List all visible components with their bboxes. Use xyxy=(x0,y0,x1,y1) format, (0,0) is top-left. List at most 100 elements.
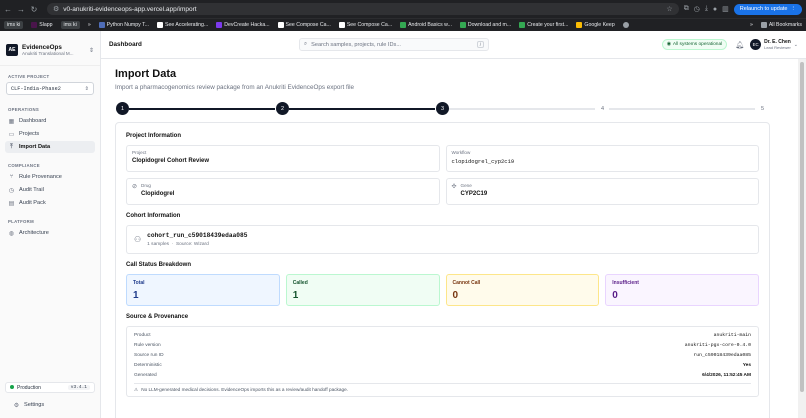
bookmark-item[interactable]: See Compose Ca... xyxy=(277,22,331,28)
brand-name: EvidenceOps xyxy=(22,44,62,51)
brand-subtitle: Anukriti Translational M... xyxy=(22,51,74,56)
project-info-heading: Project Information xyxy=(126,133,182,139)
bookmarks-overflow-icon[interactable]: » xyxy=(88,22,91,28)
reload-icon[interactable]: ↻ xyxy=(30,5,38,14)
cohort-info-heading: Cohort Information xyxy=(126,213,181,219)
chevron-updown-icon: ⇕ xyxy=(84,85,89,92)
provenance-row: Product anukriti-main xyxy=(134,332,751,338)
breadcrumb[interactable]: Dashboard xyxy=(109,41,299,48)
sidebar-item-projects[interactable]: ▭ Projects xyxy=(5,128,95,140)
dna-icon: ✣ xyxy=(451,184,457,190)
sidepanel-icon[interactable]: ▥ xyxy=(722,5,729,13)
environment-label: Production xyxy=(17,384,41,391)
active-project-heading: ACTIVE PROJECT xyxy=(8,74,50,79)
address-bar[interactable]: ⚙ v0-anukriti-evidenceops-app.vercel.app… xyxy=(47,3,679,15)
download-icon[interactable]: ⤓ xyxy=(705,5,708,13)
user-role: Lead Reviewer xyxy=(764,45,791,50)
main: Dashboard ⌕ Search samples, projects, ru… xyxy=(101,31,806,418)
stat-total: Total 1 xyxy=(126,274,280,306)
provenance-row: Generated 6/4/2026, 11:52:45 AM xyxy=(134,373,751,379)
version-badge: v3.4.1 xyxy=(67,385,90,390)
bookmark-item[interactable]: Create your first... xyxy=(519,22,568,28)
provenance-row: Rule version anukriti-pgx-core-0.4.0 xyxy=(134,342,751,348)
bookmark-item[interactable]: ims ki xyxy=(60,21,80,29)
chevron-updown-icon: ⇕ xyxy=(88,47,94,54)
drug-value: Clopidogrel xyxy=(141,191,175,197)
bookmark-item[interactable]: ims ki xyxy=(4,21,24,29)
status-dot xyxy=(10,384,14,389)
step-connector xyxy=(129,108,275,110)
back-icon[interactable]: ← xyxy=(4,5,12,14)
globe-icon: ◍ xyxy=(8,230,15,237)
import-summary-card: Project Information Project Clopidogrel … xyxy=(115,122,770,418)
document-icon: ▤ xyxy=(8,200,15,207)
step-4: 4 xyxy=(596,102,609,115)
step-5: 5 xyxy=(756,102,769,115)
alert-icon: ⚠ xyxy=(134,386,139,392)
system-status-badge: ◉ All systems operational xyxy=(661,39,728,50)
scrollbar-thumb[interactable] xyxy=(800,62,804,392)
provenance-row: Source run ID run_c59018439edaa085 xyxy=(134,352,751,358)
folder-icon: ▭ xyxy=(8,131,15,138)
import-stepper: 1 2 3 4 5 xyxy=(115,101,770,117)
bookmarks-bar: ims ki Slapp ims ki » Python Numpy T... … xyxy=(0,18,806,31)
call-status-heading: Call Status Breakdown xyxy=(126,262,192,268)
brand[interactable]: AE EvidenceOps Anukriti Translational M.… xyxy=(0,31,100,66)
bookmark-item[interactable]: Download and m... xyxy=(459,22,511,28)
user-menu[interactable]: EC Dr. E. Chen Lead Reviewer ⌄ xyxy=(750,39,798,50)
more-icon: ⋮ xyxy=(790,6,797,12)
project-value: Clopidogrel Cohort Review xyxy=(132,158,210,164)
bookmark-item[interactable]: Google Keep xyxy=(576,22,615,28)
search-shortcut: / xyxy=(476,41,484,48)
gene-value: CYP2C19 xyxy=(460,191,488,197)
extensions-icon[interactable]: ⧉ xyxy=(684,5,689,13)
cohort-source: Source: Wizard xyxy=(175,242,209,247)
grid-icon: ▦ xyxy=(8,118,15,125)
sidebar-item-settings[interactable]: ⚙ Settings xyxy=(10,399,47,411)
scrollbar[interactable] xyxy=(798,59,806,418)
sidebar-item-audit-pack[interactable]: ▤ Audit Pack xyxy=(5,197,95,209)
url-text: v0-anukriti-evidenceops-app.vercel.app/i… xyxy=(63,5,197,13)
bookmark-item[interactable]: See Compose Ca... xyxy=(338,22,392,28)
browser-toolbar: ← → ↻ ⚙ v0-anukriti-evidenceops-app.verc… xyxy=(0,0,806,18)
gear-icon: ⚙ xyxy=(13,402,20,409)
check-circle-icon: ◉ xyxy=(666,42,671,47)
platform-heading: PLATFORM xyxy=(8,219,34,224)
history-icon[interactable]: ◷ xyxy=(694,5,700,13)
page-subtitle: Import a pharmacogenomics review package… xyxy=(115,84,355,91)
stat-cannot-call: Cannot Call 0 xyxy=(445,274,600,306)
sidebar-item-rule-provenance[interactable]: ⑂ Rule Provenance xyxy=(5,171,95,183)
sidebar-item-audit-trail[interactable]: ◷ Audit Trail xyxy=(5,184,95,196)
avatar: EC xyxy=(750,39,762,50)
site-info-icon[interactable]: ⚙ xyxy=(53,5,59,13)
profile-icon[interactable]: ● xyxy=(713,6,717,13)
search-input[interactable]: ⌕ Search samples, projects, rule IDs... … xyxy=(299,38,489,51)
project-selector[interactable]: CLF-India-Phase2 ⇕ xyxy=(6,82,94,95)
sidebar-item-dashboard[interactable]: ▦ Dashboard xyxy=(5,115,95,127)
bookmark-item[interactable]: Slapp xyxy=(31,22,53,28)
bookmarks-overflow-icon[interactable]: » xyxy=(750,22,753,28)
provenance-note: ⚠ No LLM-generated medical decisions. Ev… xyxy=(134,382,751,393)
sidebar: AE EvidenceOps Anukriti Translational M.… xyxy=(0,31,101,418)
sidebar-item-import-data[interactable]: ⤒ Import Data xyxy=(5,141,95,153)
page-title: Import Data xyxy=(115,68,177,80)
bookmark-item[interactable]: Python Numpy T... xyxy=(98,22,149,28)
relaunch-label: Relaunch to update xyxy=(739,6,788,12)
bookmark-item[interactable] xyxy=(622,22,629,28)
bookmark-item[interactable]: Android Basics w... xyxy=(400,22,452,28)
forward-icon[interactable]: → xyxy=(17,5,25,14)
relaunch-button[interactable]: Relaunch to update ⋮ xyxy=(733,3,802,15)
clock-icon: ◷ xyxy=(8,187,15,194)
star-icon[interactable]: ☆ xyxy=(666,5,672,13)
bookmark-item[interactable]: See Accelerating... xyxy=(157,22,208,28)
sidebar-item-architecture[interactable]: ◍ Architecture xyxy=(5,227,95,239)
users-icon: ⚇ xyxy=(134,235,142,244)
compliance-heading: COMPLIANCE xyxy=(8,163,40,168)
environment-badge: Production v3.4.1 xyxy=(5,382,95,393)
all-bookmarks[interactable]: All Bookmarks xyxy=(760,22,802,28)
bell-icon[interactable]: 🔔︎ xyxy=(735,41,744,49)
operations-heading: OPERATIONS xyxy=(8,107,40,112)
branch-icon: ⑂ xyxy=(9,174,14,180)
bookmark-item[interactable]: DevCreate Hacka... xyxy=(216,22,270,28)
step-connector xyxy=(609,108,755,110)
